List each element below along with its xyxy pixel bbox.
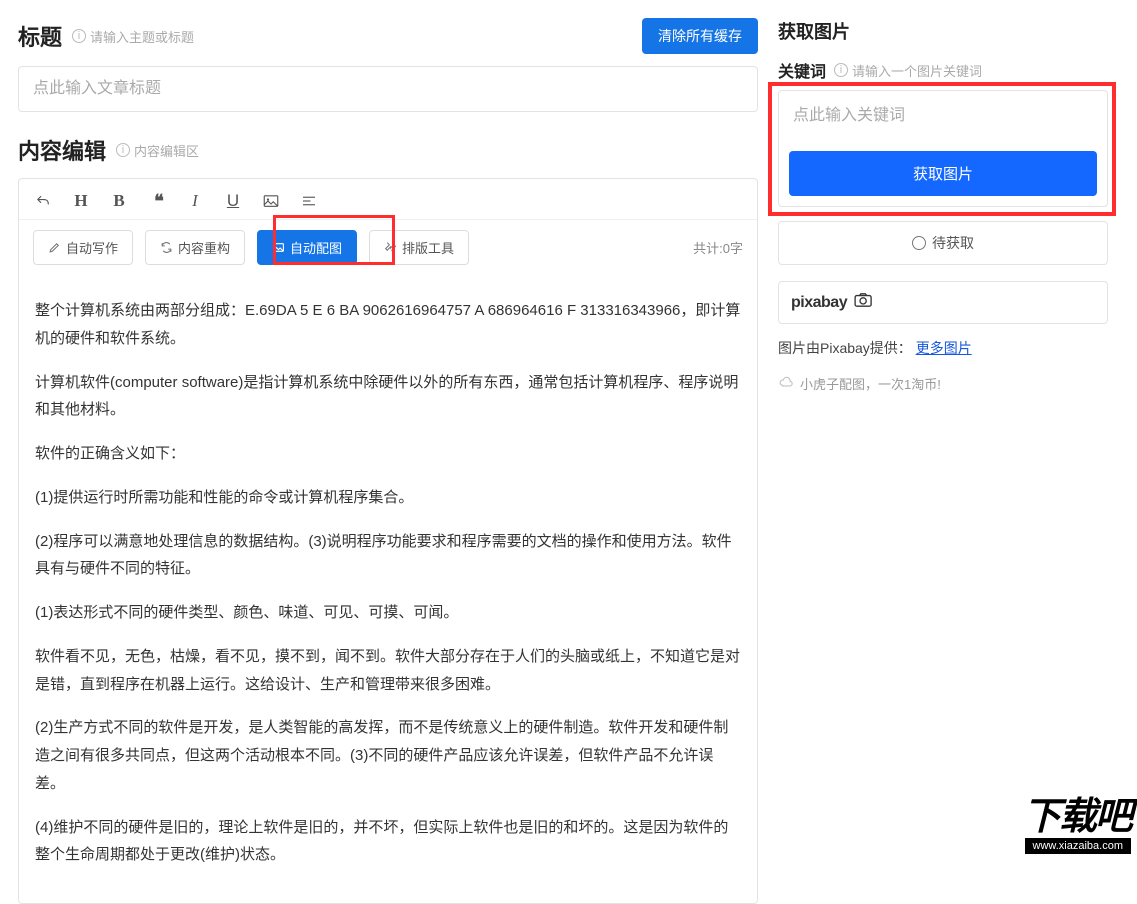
content-rebuild-button[interactable]: 内容重构 [145, 230, 245, 265]
title-label: 标题 [18, 20, 62, 52]
info-icon: i [116, 143, 130, 157]
pixabay-badge: pixabay [778, 281, 1108, 324]
get-image-title: 获取图片 [778, 18, 850, 44]
auto-image-label: 自动配图 [290, 238, 342, 257]
image-icon[interactable] [261, 191, 281, 211]
align-left-icon[interactable] [299, 191, 319, 211]
keyword-input[interactable] [779, 91, 1107, 141]
taobi-note: 小虎子配图，一次1淘币! [778, 374, 1108, 393]
editor-paragraph: (1)提供运行时所需功能和性能的命令或计算机程序集合。 [35, 484, 741, 512]
quote-icon[interactable]: ❝ [147, 191, 167, 211]
taobi-text: 小虎子配图，一次1淘币! [800, 374, 941, 393]
auto-image-button[interactable]: 自动配图 [257, 230, 357, 265]
pending-label: 待获取 [932, 233, 974, 253]
content-header-row: 内容编辑 i 内容编辑区 [18, 134, 758, 166]
editor-paragraph: (2)生产方式不同的软件是开发，是人类智能的高发挥，而不是传统意义上的硬件制造。… [35, 714, 741, 797]
editor-paragraph: (1)表达形式不同的硬件类型、颜色、味道、可见、可摸、可闻。 [35, 599, 741, 627]
article-title-input[interactable] [18, 66, 758, 112]
info-icon: i [834, 63, 848, 77]
bold-icon[interactable]: B [109, 191, 129, 211]
pending-button[interactable]: 待获取 [778, 221, 1108, 265]
editor-paragraph: 整个计算机系统由两部分组成：E.69DA 5 E 6 BA 9062616964… [35, 297, 741, 353]
editor-paragraph: (2)程序可以满意地处理信息的数据结构。(3)说明程序功能要求和程序需要的文档的… [35, 528, 741, 584]
title-hint: 请输入主题或标题 [90, 27, 194, 46]
pixabay-logo: pixabay [791, 294, 847, 312]
content-hint: 内容编辑区 [134, 141, 199, 160]
editor-paragraph: 软件的正确含义如下： [35, 440, 741, 468]
clear-cache-button[interactable]: 清除所有缓存 [642, 18, 758, 54]
layout-tool-button[interactable]: 排版工具 [369, 230, 469, 265]
char-count: 共计:0字 [693, 238, 743, 257]
credit-prefix: 图片由Pixabay提供： [778, 340, 912, 356]
auto-write-button[interactable]: 自动写作 [33, 230, 133, 265]
layout-tool-label: 排版工具 [402, 238, 454, 257]
get-image-button[interactable]: 获取图片 [789, 151, 1097, 196]
keyword-block: 获取图片 [778, 90, 1108, 207]
watermark-logo: 下载吧 [1023, 798, 1131, 836]
undo-icon[interactable] [33, 191, 53, 211]
camera-icon [853, 292, 875, 313]
watermark-url: www.xiazaiba.com [1025, 838, 1131, 854]
underline-icon[interactable]: U [223, 191, 243, 211]
content-label: 内容编辑 [18, 134, 106, 166]
editor-paragraph: 软件看不见，无色，枯燥，看不见，摸不到，闻不到。软件大部分存在于人们的头脑或纸上… [35, 643, 741, 699]
editor-content[interactable]: 整个计算机系统由两部分组成：E.69DA 5 E 6 BA 9062616964… [19, 279, 757, 903]
italic-icon[interactable]: I [185, 191, 205, 211]
info-icon: i [72, 29, 86, 43]
sidebar: 获取图片 关键词 i 请输入一个图片关键词 获取图片 待获取 pixabay [778, 18, 1108, 904]
editor-paragraph: 计算机软件(computer software)是指计算机系统中除硬件以外的所有… [35, 369, 741, 425]
auto-write-label: 自动写作 [66, 238, 118, 257]
action-toolbar: 自动写作 内容重构 自动配图 排版工具 共计:0字 [19, 220, 757, 279]
more-images-link[interactable]: 更多图片 [916, 340, 972, 356]
editor-paragraph: (4)维护不同的硬件是旧的，理论上软件是旧的，并不坏，但实际上软件也是旧的和坏的… [35, 814, 741, 870]
keyword-label: 关键词 [778, 58, 826, 82]
format-toolbar: H B ❝ I U [19, 179, 757, 220]
cloud-icon [778, 375, 794, 392]
watermark: 下载吧 www.xiazaiba.com [1023, 798, 1131, 854]
image-credit: 图片由Pixabay提供： 更多图片 [778, 338, 1108, 358]
title-header-row: 标题 i 请输入主题或标题 清除所有缓存 [18, 18, 758, 54]
circle-icon [912, 236, 926, 250]
editor-box: H B ❝ I U 自动写作 [18, 178, 758, 904]
main-column: 标题 i 请输入主题或标题 清除所有缓存 内容编辑 i 内容编辑区 H B [18, 18, 758, 904]
keyword-hint: 请输入一个图片关键词 [852, 61, 982, 80]
heading-icon[interactable]: H [71, 191, 91, 211]
content-rebuild-label: 内容重构 [178, 238, 230, 257]
